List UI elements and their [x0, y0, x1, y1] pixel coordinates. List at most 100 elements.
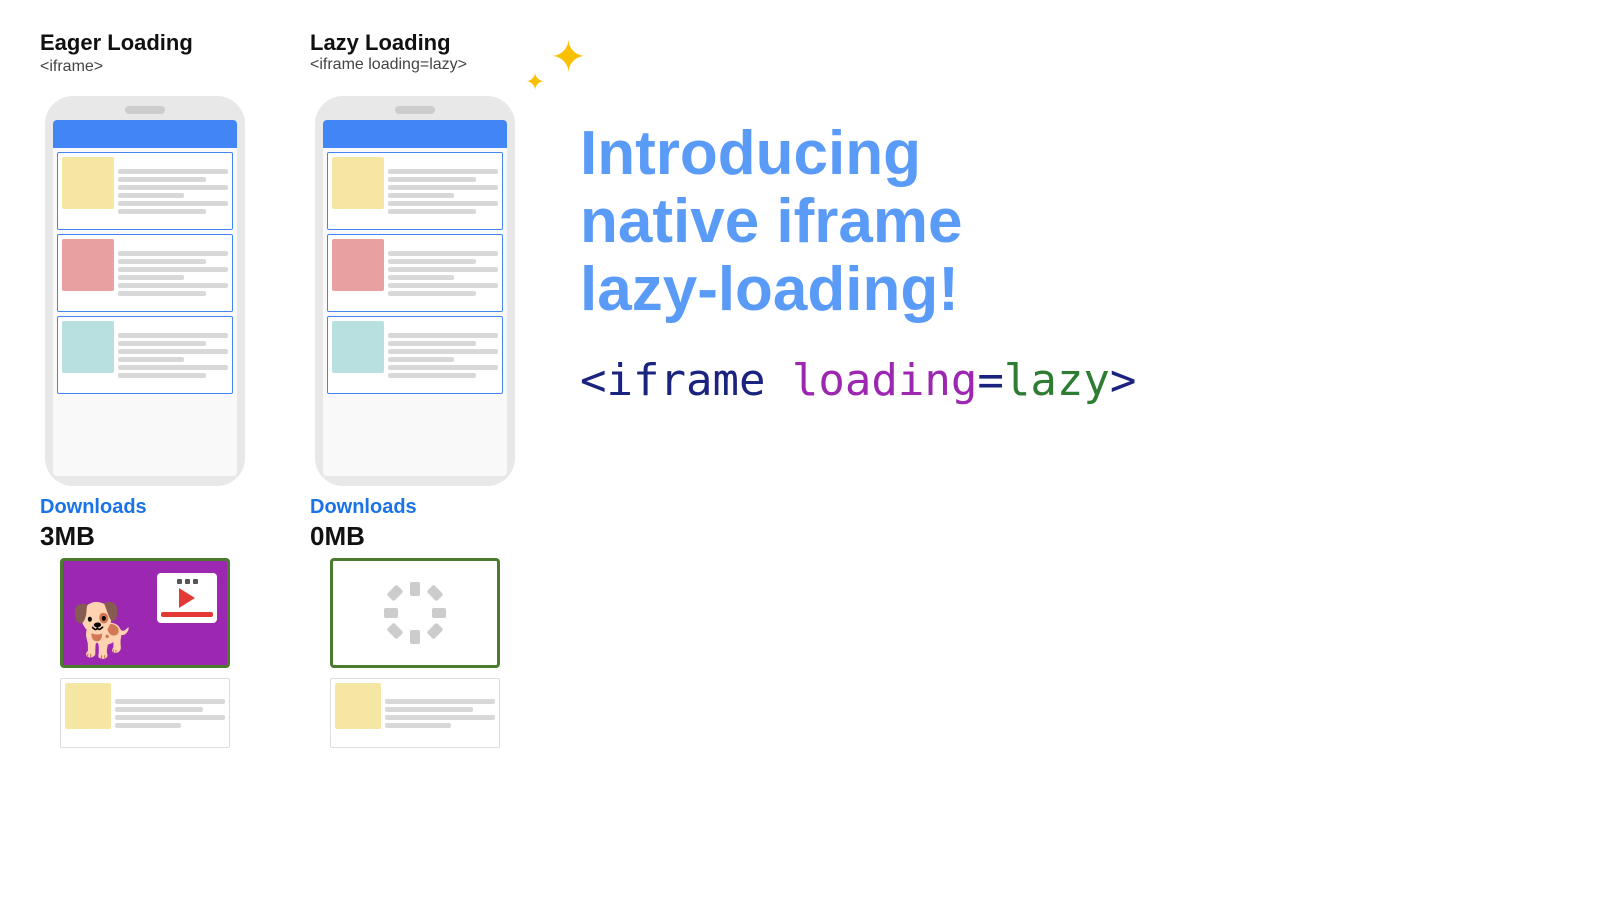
card-line	[388, 349, 498, 354]
card-line	[118, 357, 184, 362]
eager-downloads-label: Downloads	[40, 496, 147, 519]
card-line	[388, 259, 476, 264]
card-line	[388, 333, 498, 338]
dog-icon: 🐕	[71, 600, 136, 661]
card-line	[388, 177, 476, 182]
content-card-2	[57, 234, 233, 312]
card-line	[118, 251, 228, 256]
card-line	[118, 283, 228, 288]
card-line	[388, 193, 454, 198]
card-lines	[388, 321, 498, 389]
play-button	[179, 588, 195, 608]
content-card-lazy-2	[327, 234, 503, 312]
card-line	[388, 169, 498, 174]
card-line	[385, 723, 451, 728]
card-line	[388, 275, 454, 280]
card-line	[388, 341, 476, 346]
screen-header-lazy	[323, 120, 507, 148]
card-image-teal-lazy	[332, 321, 384, 373]
card-image-yellow-lazy	[332, 157, 384, 209]
content-card-3	[57, 316, 233, 394]
card-line	[388, 283, 498, 288]
screen-content-lazy	[323, 148, 507, 476]
card-line	[118, 193, 184, 198]
card-line	[115, 715, 225, 720]
card-line	[388, 365, 498, 370]
eager-code: <iframe>	[40, 58, 250, 76]
card-image-yellow-small-lazy	[335, 683, 381, 729]
lazy-iframe-preview	[330, 558, 500, 668]
below-iframe-card-lazy	[330, 678, 500, 748]
lazy-downloads-info: Downloads 0MB	[310, 496, 520, 552]
card-image-red	[62, 239, 114, 291]
card-line	[388, 201, 498, 206]
card-lines	[388, 157, 498, 225]
lazy-code: <iframe loading=lazy>	[310, 56, 520, 74]
card-line	[115, 707, 203, 712]
card-line	[385, 699, 495, 704]
content-card-lazy-3	[327, 316, 503, 394]
svg-text:✦: ✦	[525, 69, 545, 90]
eager-phone-screen	[53, 120, 237, 476]
card-line	[385, 707, 473, 712]
video-dots	[177, 579, 198, 584]
card-lines-small	[115, 683, 225, 743]
card-line	[118, 333, 228, 338]
screen-content	[53, 148, 237, 476]
card-line	[388, 185, 498, 190]
card-line	[118, 373, 206, 378]
card-line	[388, 291, 476, 296]
card-line	[385, 715, 495, 720]
eager-iframe-preview: 🐕	[60, 558, 230, 668]
card-line	[388, 357, 454, 362]
card-lines-small-lazy	[385, 683, 495, 743]
card-line	[118, 291, 206, 296]
eager-phone-frame	[45, 96, 245, 486]
lazy-phone-column: Downloads 0MB	[310, 96, 520, 748]
card-line	[118, 259, 206, 264]
card-line	[115, 723, 181, 728]
svg-text:✦: ✦	[550, 33, 587, 82]
right-section: Introducing native iframe lazy-loading! …	[520, 30, 1560, 406]
card-line	[118, 209, 206, 214]
lazy-title: Lazy Loading	[310, 30, 520, 56]
lazy-downloads-size: 0MB	[310, 521, 365, 552]
code-lazy-value: lazy	[1004, 355, 1110, 406]
video-dot	[185, 579, 190, 584]
card-lines	[118, 239, 228, 307]
intro-line1: Introducing	[580, 120, 1560, 188]
card-image-teal	[62, 321, 114, 373]
card-line	[388, 267, 498, 272]
card-line	[118, 365, 228, 370]
content-card-1	[57, 152, 233, 230]
card-image-red-lazy	[332, 239, 384, 291]
phone-notch	[125, 106, 165, 114]
card-line	[118, 169, 228, 174]
lazy-phone-frame	[315, 96, 515, 486]
code-bracket-open: <iframe	[580, 355, 792, 406]
card-line	[118, 267, 228, 272]
card-line	[388, 373, 476, 378]
intro-line2: native iframe	[580, 188, 1560, 256]
video-icon-box	[157, 573, 217, 623]
card-line	[118, 341, 206, 346]
card-lines	[118, 321, 228, 389]
video-dot	[177, 579, 182, 584]
eager-title: Eager Loading	[40, 30, 250, 56]
below-iframe-card-eager	[60, 678, 230, 748]
code-example: <iframe loading=lazy>	[580, 355, 1560, 406]
eager-phone-column: Downloads 3MB 🐕	[40, 96, 250, 748]
card-line	[388, 209, 476, 214]
card-line	[118, 275, 184, 280]
screen-header	[53, 120, 237, 148]
intro-text: Introducing native iframe lazy-loading!	[580, 120, 1560, 325]
card-lines	[388, 239, 498, 307]
loading-spinner-icon	[380, 578, 450, 648]
lazy-phone-screen	[323, 120, 507, 476]
code-equals: =	[977, 355, 1004, 406]
lazy-downloads-label: Downloads	[310, 496, 417, 519]
content-card-lazy-1	[327, 152, 503, 230]
sparkle-icon: ✦ ✦	[520, 20, 590, 95]
card-line	[118, 177, 206, 182]
card-image-yellow	[62, 157, 114, 209]
